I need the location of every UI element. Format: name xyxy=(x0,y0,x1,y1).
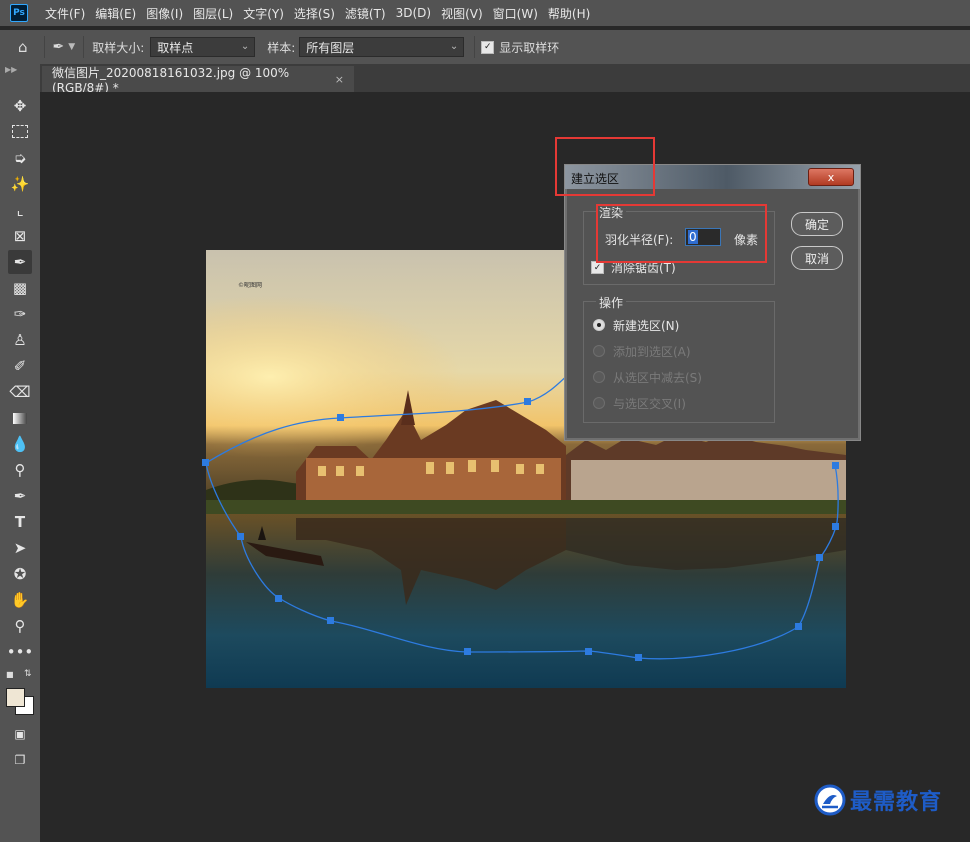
menu-image[interactable]: 图像(I) xyxy=(141,5,188,22)
document-tab-bar: 微信图片_20200818161032.jpg @ 100%(RGB/8#) *… xyxy=(40,64,970,95)
right-walls xyxy=(571,460,846,500)
chevron-down-icon: ⌄ xyxy=(240,41,250,52)
gradient-tool-icon[interactable] xyxy=(8,406,32,430)
brand-text: 最需教育 xyxy=(850,790,943,815)
intersect-selection-radio[interactable] xyxy=(593,397,605,409)
lasso-tool-icon[interactable]: ➭ xyxy=(8,146,32,170)
sample-label: 样本: xyxy=(267,40,296,55)
subtract-from-selection-radio[interactable] xyxy=(593,371,605,383)
default-colors-icon[interactable]: ■ xyxy=(6,670,14,679)
crop-tool-icon[interactable]: ⌞ xyxy=(8,198,32,222)
menu-file[interactable]: 文件(F) xyxy=(40,5,90,22)
intersect-selection-label: 与选区交叉(I) xyxy=(613,397,686,411)
close-icon[interactable]: × xyxy=(335,73,344,86)
sample-size-dropdown[interactable]: 取样点 ⌄ xyxy=(150,37,256,57)
eyedropper-icon[interactable]: ✒ xyxy=(53,39,65,55)
brush-tool-icon[interactable]: ✑ xyxy=(8,302,32,326)
title-highlight-box xyxy=(555,137,655,196)
dialog-close-button[interactable]: x xyxy=(808,168,854,186)
document-tab-title: 微信图片_20200818161032.jpg @ 100%(RGB/8#) * xyxy=(52,65,290,95)
add-to-selection-radio[interactable] xyxy=(593,345,605,357)
healing-brush-icon[interactable]: ▩ xyxy=(8,276,32,300)
magic-wand-icon[interactable]: ✨ xyxy=(8,172,32,196)
brand-watermark: 最需教育 xyxy=(814,784,942,816)
more-tools-icon[interactable]: ••• xyxy=(7,640,34,664)
subtract-from-selection-label: 从选区中减去(S) xyxy=(613,371,702,385)
pen-tool-icon[interactable]: ✒ xyxy=(8,484,32,508)
stamp-tool-icon[interactable]: ♙ xyxy=(8,328,32,352)
blur-tool-icon[interactable]: 💧 xyxy=(8,432,32,456)
menu-layer[interactable]: 图层(L) xyxy=(188,5,238,22)
brand-logo-icon xyxy=(814,784,846,816)
feather-highlight-box xyxy=(596,204,767,263)
menu-select[interactable]: 选择(S) xyxy=(289,5,340,22)
quick-mask-icon[interactable]: ▣ xyxy=(8,722,32,746)
marquee-tool-icon[interactable] xyxy=(8,119,32,143)
eyedropper-tool-icon[interactable]: ✒ xyxy=(8,250,32,274)
swap-colors-icon[interactable]: ⇅ xyxy=(24,669,32,679)
ok-button[interactable]: 确定 xyxy=(791,212,843,236)
eraser-tool-icon[interactable]: ⌫ xyxy=(8,380,32,404)
options-bar: ⌂ ✒ ▼ 取样大小: 取样点 ⌄ 样本: 所有图层 ⌄ ✓ 显示取样环 xyxy=(0,30,970,64)
document-tab[interactable]: 微信图片_20200818161032.jpg @ 100%(RGB/8#) *… xyxy=(42,65,354,95)
new-selection-radio[interactable] xyxy=(593,319,605,331)
show-ring-label: 显示取样环 xyxy=(499,40,560,55)
screen-mode-icon[interactable]: ❐ xyxy=(8,748,32,772)
type-tool-icon[interactable]: T xyxy=(8,510,32,534)
home-icon[interactable]: ⌂ xyxy=(18,38,28,56)
sample-dropdown[interactable]: 所有图层 ⌄ xyxy=(299,37,465,57)
divider xyxy=(83,36,85,58)
tools-panel: ▶▶ ✥ ➭ ✨ ⌞ ⊠ ✒ ▩ ✑ ♙ ✐ ⌫ 💧 ⚲ ✒ T ➤ ✪ ✋ ⚲… xyxy=(0,64,40,842)
dodge-tool-icon[interactable]: ⚲ xyxy=(8,458,32,482)
divider xyxy=(43,36,45,58)
sample-size-label: 取样大小: xyxy=(92,40,145,55)
menu-type[interactable]: 文字(Y) xyxy=(238,5,289,22)
sample-size-value: 取样点 xyxy=(157,40,194,55)
watermark-text: ©昵图网 xyxy=(238,282,262,289)
menu-filter[interactable]: 滤镜(T) xyxy=(340,5,391,22)
cancel-button[interactable]: 取消 xyxy=(791,246,843,270)
operation-group-label: 操作 xyxy=(596,294,627,311)
chevron-down-icon: ⌄ xyxy=(449,41,459,52)
path-selection-icon[interactable]: ➤ xyxy=(8,536,32,560)
hand-tool-icon[interactable]: ✋ xyxy=(8,588,32,612)
show-ring-checkbox[interactable]: ✓ xyxy=(481,40,495,54)
close-icon: x xyxy=(827,170,835,184)
shape-tool-icon[interactable]: ✪ xyxy=(8,562,32,586)
chevron-down-icon[interactable]: ▼ xyxy=(68,42,75,52)
collapse-icon[interactable]: ▶▶ xyxy=(5,65,17,74)
divider xyxy=(474,36,476,58)
menu-bar: Ps 文件(F) 编辑(E) 图像(I) 图层(L) 文字(Y) 选择(S) 滤… xyxy=(0,0,970,26)
menu-window[interactable]: 窗口(W) xyxy=(488,5,543,22)
shore xyxy=(206,500,846,514)
frame-tool-icon[interactable]: ⊠ xyxy=(8,224,32,248)
photoshop-logo-icon: Ps xyxy=(10,4,28,22)
menu-3d[interactable]: 3D(D) xyxy=(391,6,436,20)
new-selection-label: 新建选区(N) xyxy=(613,319,680,333)
history-brush-icon[interactable]: ✐ xyxy=(8,354,32,378)
move-tool-icon[interactable]: ✥ xyxy=(8,94,32,118)
sample-value: 所有图层 xyxy=(306,40,355,55)
menu-help[interactable]: 帮助(H) xyxy=(543,5,595,22)
zoom-tool-icon[interactable]: ⚲ xyxy=(8,614,32,638)
menu-view[interactable]: 视图(V) xyxy=(436,5,488,22)
menu-edit[interactable]: 编辑(E) xyxy=(90,5,141,22)
foreground-color-swatch[interactable] xyxy=(6,688,25,707)
add-to-selection-label: 添加到选区(A) xyxy=(613,345,691,359)
